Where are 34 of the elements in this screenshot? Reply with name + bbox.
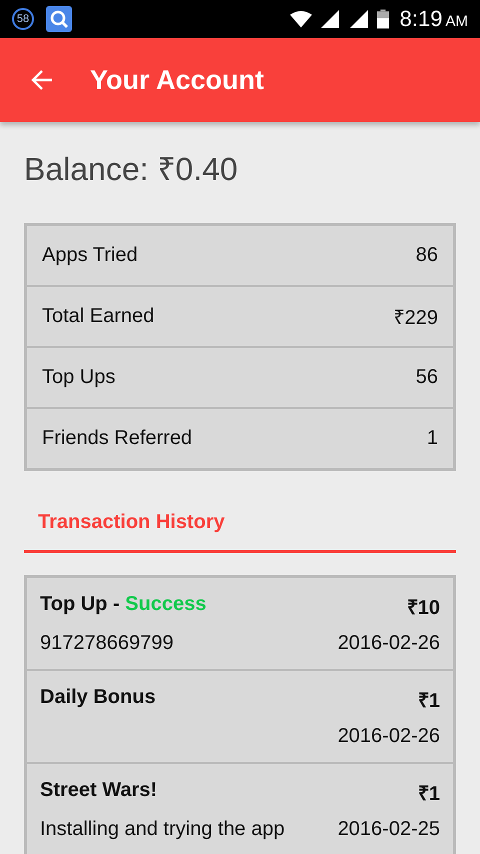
clock-meridiem: AM	[446, 12, 468, 30]
screen-title: Your Account	[90, 64, 264, 96]
transaction-detail: 917278669799	[40, 632, 174, 656]
stat-label: Total Earned	[42, 305, 154, 328]
search-icon	[46, 6, 72, 32]
clock: 8:19	[400, 6, 442, 32]
transaction-row[interactable]: Daily Bonus ₹1 2016-02-26	[27, 669, 453, 762]
signal-icon	[318, 10, 341, 28]
transaction-date: 2016-02-26	[338, 725, 440, 749]
transaction-detail: Installing and trying the app	[40, 818, 285, 842]
stat-value: ₹229	[394, 306, 438, 330]
stat-value: 1	[426, 427, 438, 450]
transaction-title: Daily Bonus	[40, 686, 156, 710]
section-title: Transaction History	[38, 511, 225, 533]
notification-count: 58	[12, 8, 34, 30]
stat-value: 56	[416, 366, 438, 389]
stat-label: Friends Referred	[42, 427, 192, 450]
transaction-amount: ₹1	[418, 689, 440, 713]
balance-text: Balance: ₹0.40	[24, 150, 239, 189]
transaction-amount: ₹1	[418, 782, 440, 806]
transaction-date: 2016-02-26	[338, 632, 440, 656]
transaction-amount: ₹10	[406, 596, 440, 620]
wifi-icon	[290, 10, 312, 28]
transaction-row[interactable]: Top Up - Success ₹10 917278669799 2016-02-26	[27, 578, 453, 669]
back-arrow-icon	[30, 68, 54, 92]
stat-label: Apps Tried	[42, 244, 138, 267]
transaction-date: 2016-02-25	[338, 818, 440, 842]
signal-icon	[348, 10, 370, 28]
transaction-title: Street Wars!	[40, 779, 158, 803]
transaction-row[interactable]: Street Wars! ₹1 Installing and trying the app 2016-02-25	[27, 762, 453, 854]
battery-icon	[376, 9, 389, 29]
stat-value: 86	[416, 244, 438, 267]
stat-label: Top Ups	[42, 366, 116, 389]
transaction-title: Top Up - Success	[40, 593, 206, 617]
